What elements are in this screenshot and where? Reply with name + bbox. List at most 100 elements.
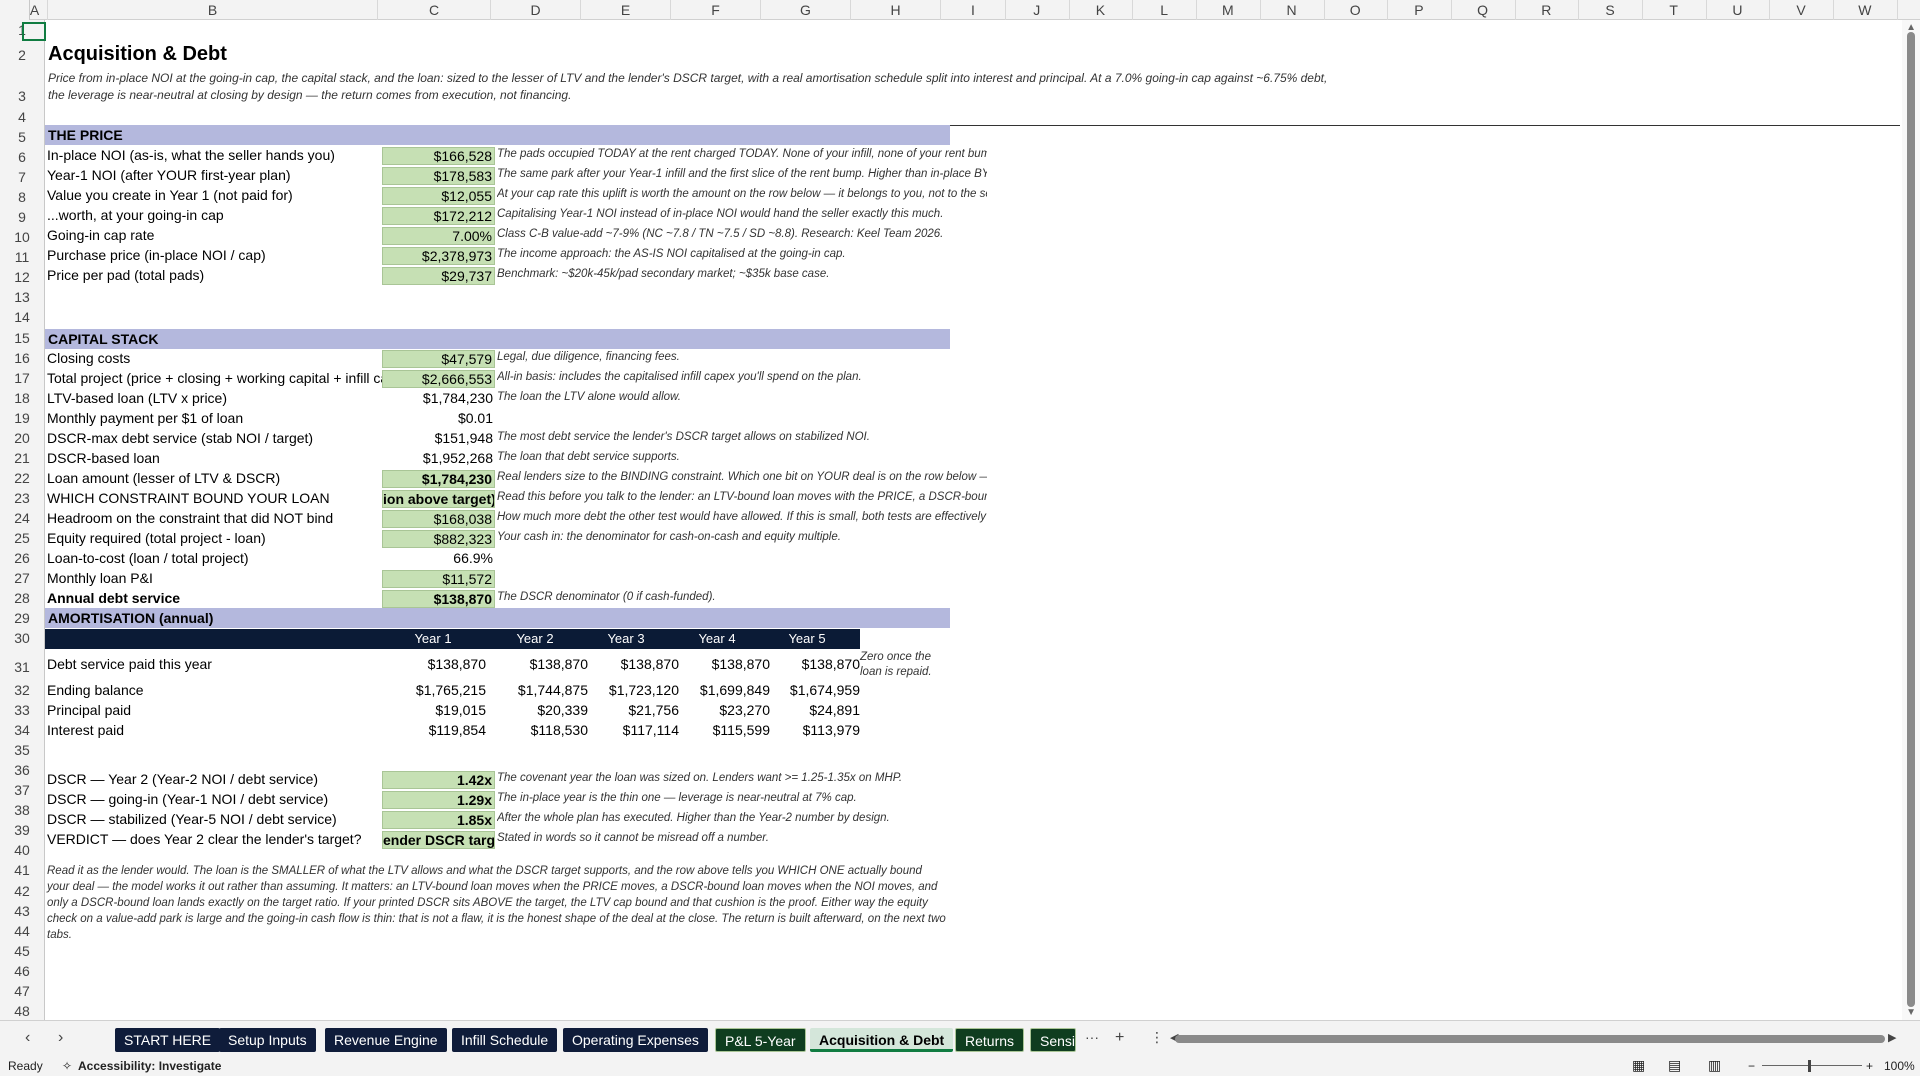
row-header-7[interactable]: 7 <box>0 169 44 185</box>
column-header-i[interactable]: I <box>941 0 1006 20</box>
price-row-value[interactable]: $172,212 <box>382 207 495 225</box>
capital-row-label[interactable]: WHICH CONSTRAINT BOUND YOUR LOAN <box>47 490 382 506</box>
row-header-19[interactable]: 19 <box>0 410 44 426</box>
column-header-l[interactable]: L <box>1132 0 1198 20</box>
column-header-j[interactable]: J <box>1005 0 1070 20</box>
row-header-32[interactable]: 32 <box>0 682 44 698</box>
capital-row-label[interactable]: Monthly payment per $1 of loan <box>47 410 382 426</box>
page-layout-icon[interactable]: ▤ <box>1668 1057 1681 1074</box>
price-row-value[interactable]: 7.00% <box>382 227 495 245</box>
row-header-17[interactable]: 17 <box>0 370 44 386</box>
capital-row-note[interactable]: How much more debt the other test would … <box>497 511 987 523</box>
capital-row-value[interactable]: $1,784,230 <box>382 390 495 406</box>
dscr-row-label[interactable]: DSCR — Year 2 (Year-2 NOI / debt service… <box>47 771 382 787</box>
tab-next-icon[interactable]: › <box>58 1029 63 1047</box>
column-header-e[interactable]: E <box>581 0 671 20</box>
zoom-slider-thumb[interactable] <box>1808 1060 1811 1072</box>
vertical-scrollbar[interactable]: ▲ ▼ <box>1902 20 1920 1020</box>
capital-row-note[interactable]: Real lenders size to the BINDING constra… <box>497 471 987 483</box>
dscr-row-value[interactable]: 1.29x <box>382 791 495 809</box>
capital-row-label[interactable]: LTV-based loan (LTV x price) <box>47 390 382 406</box>
row-header-11[interactable]: 11 <box>0 249 44 265</box>
column-header-f[interactable]: F <box>671 0 761 20</box>
capital-row-value[interactable]: $2,666,553 <box>382 370 495 388</box>
row-header-47[interactable]: 47 <box>0 983 44 999</box>
amort-row-value[interactable]: $1,723,120 <box>589 682 679 698</box>
page-break-icon[interactable]: ▥ <box>1708 1057 1721 1074</box>
row-header-45[interactable]: 45 <box>0 943 44 959</box>
amort-row-label[interactable]: Debt service paid this year <box>47 656 382 672</box>
add-sheet-icon[interactable]: + <box>1115 1029 1124 1047</box>
row-header-43[interactable]: 43 <box>0 903 44 919</box>
column-header-m[interactable]: M <box>1196 0 1261 20</box>
column-header-n[interactable]: N <box>1260 0 1325 20</box>
capital-row-label[interactable]: Annual debt service <box>47 590 382 606</box>
row-header-37[interactable]: 37 <box>0 782 44 798</box>
capital-row-value[interactable]: $151,948 <box>382 430 495 446</box>
amort-row-value[interactable]: $20,339 <box>498 702 588 718</box>
capital-row-label[interactable]: DSCR-max debt service (stab NOI / target… <box>47 430 382 446</box>
row-header-3[interactable]: 3 <box>0 88 44 104</box>
price-row-note[interactable]: Capitalising Year-1 NOI instead of in-pl… <box>497 208 987 220</box>
price-row-label[interactable]: In-place NOI (as-is, what the seller han… <box>47 147 382 163</box>
capital-row-value[interactable]: $138,870 <box>382 590 495 608</box>
capital-row-value[interactable]: $11,572 <box>382 570 495 588</box>
amort-row-value[interactable]: $115,599 <box>680 722 770 738</box>
horizontal-scroll-thumb[interactable] <box>1175 1035 1885 1043</box>
capital-row-label[interactable]: Loan-to-cost (loan / total project) <box>47 550 382 566</box>
hscroll-right-icon[interactable]: ▶ <box>1888 1031 1896 1044</box>
capital-row-note[interactable]: Legal, due diligence, financing fees. <box>497 351 987 363</box>
column-header-o[interactable]: O <box>1323 0 1389 20</box>
capital-row-value[interactable]: $1,784,230 <box>382 470 495 488</box>
column-header-v[interactable]: V <box>1769 0 1835 20</box>
row-header-8[interactable]: 8 <box>0 189 44 205</box>
price-row-note[interactable]: Benchmark: ~$20k-45k/pad secondary marke… <box>497 268 987 280</box>
capital-row-value[interactable]: ion above target) <box>382 490 495 508</box>
amort-row-label[interactable]: Interest paid <box>47 722 382 738</box>
row-header-9[interactable]: 9 <box>0 209 44 225</box>
row-header-31[interactable]: 31 <box>0 659 44 675</box>
more-tabs-icon[interactable]: ··· <box>1085 1029 1099 1045</box>
dscr-row-label[interactable]: VERDICT — does Year 2 clear the lender's… <box>47 831 382 847</box>
dscr-row-value[interactable]: ender DSCR target <box>382 831 495 849</box>
price-row-label[interactable]: Going-in cap rate <box>47 227 382 243</box>
normal-view-icon[interactable]: ▦ <box>1632 1057 1645 1074</box>
capital-row-value[interactable]: $0.01 <box>382 410 495 426</box>
row-header-14[interactable]: 14 <box>0 309 44 325</box>
row-header-20[interactable]: 20 <box>0 430 44 446</box>
dscr-row-value[interactable]: 1.42x <box>382 771 495 789</box>
amort-row-value[interactable]: $138,870 <box>498 656 588 672</box>
row-header-4[interactable]: 4 <box>0 109 44 125</box>
zoom-slider[interactable] <box>1762 1065 1862 1066</box>
price-row-value[interactable]: $12,055 <box>382 187 495 205</box>
sheet-tab[interactable]: Returns <box>955 1028 1025 1052</box>
row-header-18[interactable]: 18 <box>0 390 44 406</box>
price-row-label[interactable]: Value you create in Year 1 (not paid for… <box>47 187 382 203</box>
row-header-30[interactable]: 30 <box>0 630 44 646</box>
price-row-value[interactable]: $2,378,973 <box>382 247 495 265</box>
amort-row-label[interactable]: Principal paid <box>47 702 382 718</box>
amort-row-value[interactable]: $113,979 <box>770 722 860 738</box>
zoom-out-icon[interactable]: − <box>1748 1059 1755 1073</box>
row-header-42[interactable]: 42 <box>0 883 44 899</box>
column-header-w[interactable]: W <box>1833 0 1898 20</box>
column-header-k[interactable]: K <box>1068 0 1134 20</box>
column-header-s[interactable]: S <box>1578 0 1643 20</box>
row-header-2[interactable]: 2 <box>0 47 44 63</box>
column-header-a[interactable]: A <box>22 0 48 20</box>
row-header-27[interactable]: 27 <box>0 570 44 586</box>
row-header-29[interactable]: 29 <box>0 610 44 626</box>
scroll-down-icon[interactable]: ▼ <box>1906 1007 1916 1018</box>
price-row-value[interactable]: $29,737 <box>382 267 495 285</box>
capital-row-note[interactable]: Read this before you talk to the lender:… <box>497 491 987 503</box>
sheet-tab[interactable]: Operating Expenses <box>563 1028 708 1052</box>
row-header-44[interactable]: 44 <box>0 923 44 939</box>
capital-row-label[interactable]: DSCR-based loan <box>47 450 382 466</box>
row-header-15[interactable]: 15 <box>0 330 44 346</box>
row-header-35[interactable]: 35 <box>0 742 44 758</box>
row-header-6[interactable]: 6 <box>0 149 44 165</box>
row-header-26[interactable]: 26 <box>0 550 44 566</box>
dscr-row-label[interactable]: DSCR — going-in (Year-1 NOI / debt servi… <box>47 791 382 807</box>
dscr-row-value[interactable]: 1.85x <box>382 811 495 829</box>
column-header-u[interactable]: U <box>1705 0 1771 20</box>
